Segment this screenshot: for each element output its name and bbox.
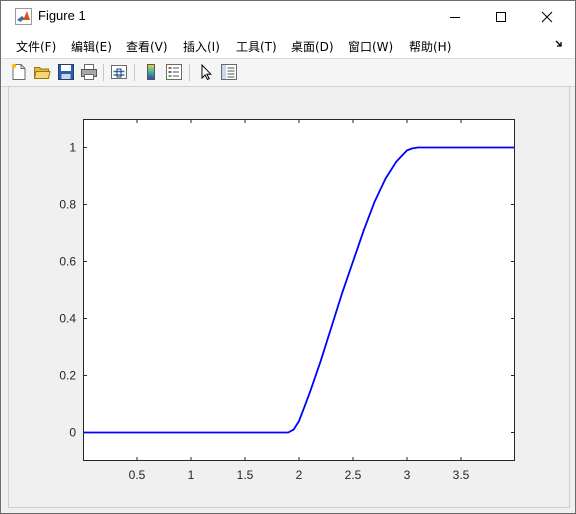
y-tick-label: 0.2 (59, 369, 76, 383)
y-tick-label: 0.6 (59, 255, 76, 269)
toolbar-separator (103, 64, 104, 81)
menu-help[interactable]: 帮助(H) (409, 38, 451, 55)
x-tick-label: 2 (296, 468, 303, 482)
y-tick-label: 1 (69, 141, 76, 155)
menu-view[interactable]: 查看(V) (126, 38, 168, 55)
maximize-button[interactable] (478, 1, 524, 32)
maximize-icon (496, 11, 506, 22)
y-tick-label: 0.8 (59, 198, 76, 212)
minimize-icon (450, 16, 460, 18)
toolbar (1, 58, 575, 87)
menu-desktop[interactable]: 桌面(D) (291, 38, 334, 55)
window-title: Figure 1 (38, 8, 86, 23)
menu-edit[interactable]: 编辑(E) (71, 38, 112, 55)
x-tick-label: 3 (404, 468, 411, 482)
save-icon[interactable] (57, 63, 75, 81)
figure-canvas: 0.5 1 1.5 2 2.5 3 3.5 0 0.2 0.4 0.6 0.8 1 (8, 86, 570, 508)
open-file-icon[interactable] (33, 63, 51, 81)
matlab-logo-icon (15, 8, 32, 25)
x-tick-label: 0.5 (129, 468, 146, 482)
figure-window: Figure 1 文件(F) 编辑(E) 查看(V) 插入(I) 工具(T) 桌… (0, 0, 576, 514)
y-tick-label: 0 (69, 426, 76, 440)
colorbar-icon[interactable] (142, 63, 160, 81)
y-tick-label: 0.4 (59, 312, 76, 326)
menu-window[interactable]: 窗口(W) (348, 38, 393, 55)
menu-file[interactable]: 文件(F) (16, 38, 56, 55)
legend-icon[interactable] (165, 63, 183, 81)
line-chart[interactable]: 0.5 1 1.5 2 2.5 3 3.5 0 0.2 0.4 0.6 0.8 1 (9, 87, 569, 507)
link-plot-icon[interactable] (110, 63, 128, 81)
toolbar-separator (189, 64, 190, 81)
new-figure-icon[interactable] (10, 63, 28, 81)
title-bar[interactable]: Figure 1 (1, 1, 575, 32)
menu-insert[interactable]: 插入(I) (183, 38, 220, 55)
close-icon (541, 11, 553, 22)
x-tick-label: 2.5 (345, 468, 362, 482)
menu-bar: 文件(F) 编辑(E) 查看(V) 插入(I) 工具(T) 桌面(D) 窗口(W… (1, 32, 575, 58)
x-tick-label: 3.5 (453, 468, 470, 482)
x-tick-label: 1 (188, 468, 195, 482)
toolbar-separator (134, 64, 135, 81)
plot-area[interactable] (83, 119, 515, 461)
minimize-button[interactable] (432, 1, 478, 32)
x-tick-label: 1.5 (237, 468, 254, 482)
menu-tools[interactable]: 工具(T) (236, 38, 277, 55)
close-button[interactable] (524, 1, 570, 32)
dock-arrow-icon[interactable] (555, 39, 565, 49)
select-arrow-icon[interactable] (197, 63, 215, 81)
property-inspector-icon[interactable] (220, 63, 238, 81)
print-icon[interactable] (80, 63, 98, 81)
